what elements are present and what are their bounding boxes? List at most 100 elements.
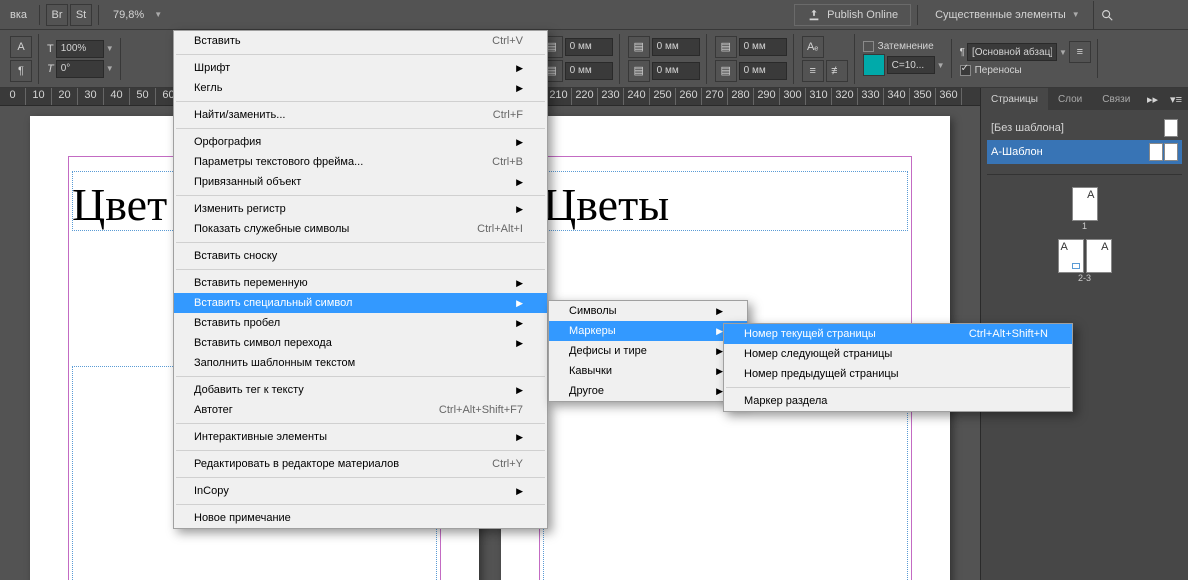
tab-pages[interactable]: Страницы bbox=[981, 88, 1048, 110]
hyphenate-checkbox-row[interactable]: Переносы bbox=[960, 65, 1091, 76]
rotation-input[interactable] bbox=[56, 60, 104, 78]
menu-item-label: Маркер раздела bbox=[744, 395, 827, 407]
submenu-markers-item[interactable]: Номер текущей страницыCtrl+Alt+Shift+N bbox=[724, 324, 1072, 344]
dropdown-arrow-icon[interactable]: ▼ bbox=[1059, 48, 1067, 57]
context-menu-item[interactable]: Шрифт▶ bbox=[174, 58, 547, 78]
menu-item-label: Параметры текстового фрейма... bbox=[194, 156, 363, 168]
menu-separator bbox=[176, 504, 545, 505]
magnifier-icon bbox=[1100, 8, 1114, 22]
indent-input-2a[interactable] bbox=[652, 38, 700, 56]
context-menu-item[interactable]: ВставитьCtrl+V bbox=[174, 31, 547, 51]
page-thumb[interactable]: A bbox=[1072, 187, 1098, 221]
app-toolbar: вка Br St 79,8% ▼ Publish Online Существ… bbox=[0, 0, 1188, 30]
space-after-icon[interactable]: ▤ bbox=[628, 60, 650, 82]
last-line-icon[interactable]: ▤ bbox=[715, 60, 737, 82]
submenu-specchar-item[interactable]: Кавычки▶ bbox=[549, 361, 747, 381]
swatch-input[interactable] bbox=[887, 56, 935, 74]
menu-item-label: InCopy bbox=[194, 485, 229, 497]
bridge-button[interactable]: Br bbox=[46, 4, 68, 26]
page-thumb[interactable]: A bbox=[1086, 239, 1112, 273]
context-menu-item[interactable]: Параметры текстового фрейма...Ctrl+B bbox=[174, 152, 547, 172]
context-menu-item[interactable]: АвтотегCtrl+Alt+Shift+F7 bbox=[174, 400, 547, 420]
font-size-input[interactable] bbox=[56, 40, 104, 58]
context-menu-item[interactable]: Редактировать в редакторе материаловCtrl… bbox=[174, 454, 547, 474]
submenu-specchar-item[interactable]: Символы▶ bbox=[549, 301, 747, 321]
ruler-tick: 260 bbox=[676, 88, 702, 105]
master-a-row[interactable]: А-Шаблон bbox=[987, 140, 1182, 164]
context-menu-item[interactable]: Привязанный объект▶ bbox=[174, 172, 547, 192]
para-style-input[interactable] bbox=[967, 43, 1057, 61]
menu-separator bbox=[176, 242, 545, 243]
workspace-switcher[interactable]: Существенные элементы ▼ bbox=[924, 5, 1091, 25]
stock-button[interactable]: St bbox=[70, 4, 92, 26]
space-before-icon[interactable]: ▤ bbox=[628, 36, 650, 58]
menu-item-label: Интерактивные элементы bbox=[194, 431, 327, 443]
spread-2-3[interactable]: A A 2-3 bbox=[1058, 239, 1112, 283]
para-style-prefix: ¶ bbox=[960, 47, 965, 58]
submenu-arrow-icon: ▶ bbox=[716, 366, 723, 377]
submenu-markers-item[interactable]: Маркер раздела bbox=[724, 391, 1072, 411]
menu-item-label: Добавить тег к тексту bbox=[194, 384, 304, 396]
context-menu-item[interactable]: Интерактивные элементы▶ bbox=[174, 427, 547, 447]
swatch-icon[interactable] bbox=[863, 54, 885, 76]
ruler-tick: 320 bbox=[832, 88, 858, 105]
context-menu-item[interactable]: Орфография▶ bbox=[174, 132, 547, 152]
context-menu-item[interactable]: Вставить сноску bbox=[174, 246, 547, 266]
context-menu-item[interactable]: Новое примечание bbox=[174, 508, 547, 528]
dropdown-arrow-icon[interactable]: ▼ bbox=[106, 44, 114, 53]
tab-links[interactable]: Связи bbox=[1092, 88, 1140, 110]
submenu-markers-item[interactable]: Номер предыдущей страницы bbox=[724, 364, 1072, 384]
indent-input-2b[interactable] bbox=[652, 62, 700, 80]
indent-input-3a[interactable] bbox=[739, 38, 787, 56]
context-menu-item[interactable]: Показать служебные символыCtrl+Alt+I bbox=[174, 219, 547, 239]
workspace-label: Существенные элементы bbox=[935, 9, 1066, 21]
page-thumb[interactable]: A bbox=[1058, 239, 1084, 273]
context-menu-item[interactable]: Вставить символ перехода▶ bbox=[174, 333, 547, 353]
spread-1[interactable]: A 1 bbox=[1072, 187, 1098, 231]
context-menu-item[interactable]: Вставить специальный символ▶ bbox=[174, 293, 547, 313]
shading-group: Затемнение ▼ bbox=[857, 39, 952, 78]
context-menu-item[interactable]: InCopy▶ bbox=[174, 481, 547, 501]
indent-input-1a[interactable] bbox=[565, 38, 613, 56]
search-button[interactable] bbox=[1093, 1, 1121, 29]
context-menu-item[interactable]: Изменить регистр▶ bbox=[174, 199, 547, 219]
context-menu-item[interactable]: Вставить переменную▶ bbox=[174, 273, 547, 293]
submenu-arrow-icon: ▶ bbox=[516, 298, 523, 309]
tab-layers[interactable]: Слои bbox=[1048, 88, 1092, 110]
dropdown-arrow-icon[interactable]: ▼ bbox=[154, 10, 162, 19]
submenu-specchar-item[interactable]: Дефисы и тире▶ bbox=[549, 341, 747, 361]
dropcap-icon[interactable]: Aₑ bbox=[802, 36, 824, 58]
context-menu-item[interactable]: Заполнить шаблонным текстом bbox=[174, 353, 547, 373]
dropdown-arrow-icon[interactable]: ▼ bbox=[937, 61, 945, 70]
menu-separator bbox=[176, 450, 545, 451]
indent-input-3b[interactable] bbox=[739, 62, 787, 80]
para-format-button[interactable]: ¶ bbox=[10, 60, 32, 82]
char-format-a-button[interactable]: A bbox=[10, 36, 32, 58]
baseline-grid-icon[interactable]: ≡ bbox=[802, 60, 824, 82]
menu-item-label: Редактировать в редакторе материалов bbox=[194, 458, 399, 470]
para-style-group: ¶ ▼ ≡ Переносы bbox=[954, 39, 1098, 78]
page-number-label: 1 bbox=[1072, 221, 1098, 231]
panel-collapse-icon[interactable]: ▸▸ bbox=[1141, 93, 1164, 106]
submenu-specchar-item[interactable]: Маркеры▶ bbox=[549, 321, 747, 341]
master-none-row[interactable]: [Без шаблона] bbox=[987, 116, 1182, 140]
context-menu-item[interactable]: Добавить тег к тексту▶ bbox=[174, 380, 547, 400]
submenu-markers-item[interactable]: Номер следующей страницы bbox=[724, 344, 1072, 364]
menu-shortcut: Ctrl+Alt+Shift+F7 bbox=[439, 404, 523, 416]
zoom-level[interactable]: 79,8% bbox=[105, 9, 152, 21]
menu-item-label: Заполнить шаблонным текстом bbox=[194, 357, 355, 369]
publish-online-button[interactable]: Publish Online bbox=[794, 4, 911, 26]
first-line-icon[interactable]: ▤ bbox=[715, 36, 737, 58]
context-menu-item[interactable]: Вставить пробел▶ bbox=[174, 313, 547, 333]
shading-label: Затемнение bbox=[878, 41, 934, 52]
para-style-options-icon[interactable]: ≡ bbox=[1069, 41, 1091, 63]
context-menu-item[interactable]: Кегль▶ bbox=[174, 78, 547, 98]
submenu-specchar-item[interactable]: Другое▶ bbox=[549, 381, 747, 401]
shading-checkbox-row[interactable]: Затемнение bbox=[863, 41, 945, 52]
menu-item-label: Показать служебные символы bbox=[194, 223, 349, 235]
context-menu-item[interactable]: Найти/заменить...Ctrl+F bbox=[174, 105, 547, 125]
dropdown-arrow-icon[interactable]: ▼ bbox=[106, 64, 114, 73]
no-baseline-icon[interactable]: ≢ bbox=[826, 60, 848, 82]
panel-menu-icon[interactable]: ▾≡ bbox=[1164, 93, 1188, 106]
indent-input-1b[interactable] bbox=[565, 62, 613, 80]
